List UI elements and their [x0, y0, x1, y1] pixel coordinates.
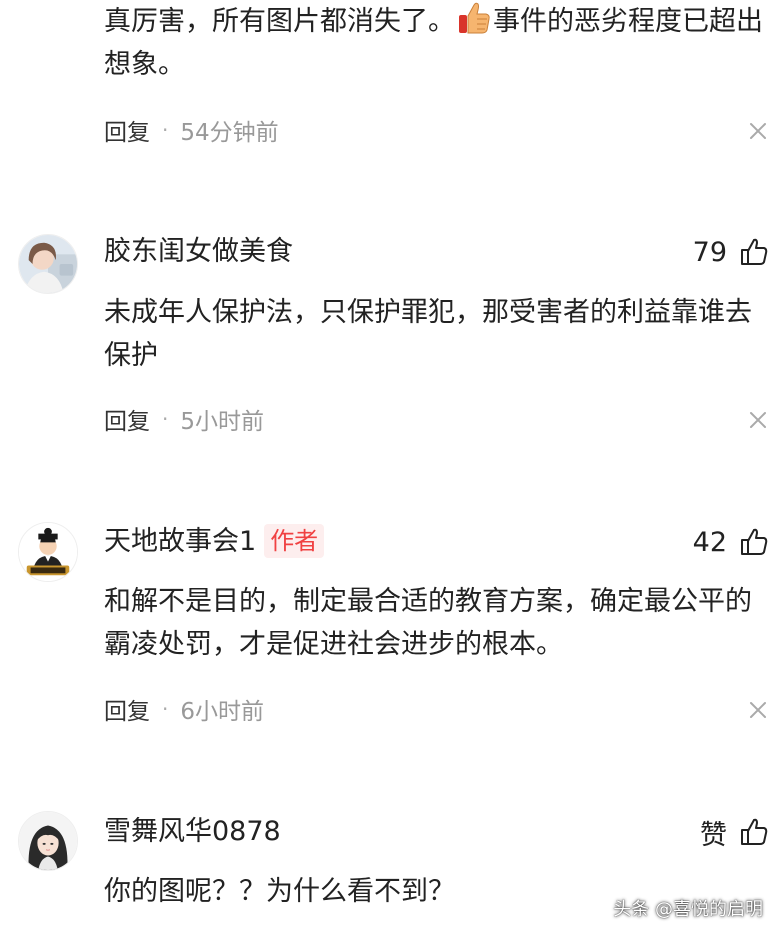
like-label: 赞	[700, 819, 727, 851]
close-icon[interactable]	[749, 701, 767, 719]
comment-item: 真厉害，所有图片都消失了。 事件的恶劣程度已超出想象。 回复 · 54分钟前	[0, 0, 781, 160]
username[interactable]: 胶东闺女做美食	[104, 234, 293, 270]
reply-button[interactable]: 回复	[104, 113, 150, 147]
comment-text: 未成年人保护法，只保护罪犯，那受害者的利益靠谁去保护	[104, 297, 752, 371]
comment-meta: 回复 · 6小时前	[104, 691, 264, 727]
username-text[interactable]: 天地故事会1	[104, 526, 256, 557]
username[interactable]: 雪舞风华0878	[104, 814, 281, 850]
avatar[interactable]	[18, 811, 78, 871]
meta-separator: ·	[162, 697, 169, 721]
illustrated-girl-avatar-icon	[19, 812, 77, 870]
watermark: 头条 @喜悦的启明	[613, 899, 763, 920]
avatar[interactable]	[18, 234, 78, 294]
close-icon[interactable]	[749, 411, 767, 429]
meta-separator: ·	[162, 407, 169, 431]
username[interactable]: 天地故事会1 作者	[104, 524, 325, 560]
comment-time: 6小时前	[180, 699, 264, 725]
comment-time: 5小时前	[180, 409, 264, 435]
thumbs-up-emoji-icon	[457, 1, 491, 35]
like-button[interactable]: 赞	[700, 814, 769, 851]
like-button[interactable]: 79	[693, 234, 769, 270]
reply-button[interactable]: 回复	[104, 402, 150, 436]
comment-meta: 回复 · 5小时前	[104, 401, 264, 437]
avatar[interactable]	[18, 522, 78, 582]
user-photo-avatar-icon	[19, 235, 77, 293]
cartoon-scholar-avatar-icon	[19, 523, 77, 581]
comment-text-part: 真厉害，所有图片都消失了。	[104, 6, 455, 37]
author-badge: 作者	[264, 524, 325, 558]
reply-button[interactable]: 回复	[104, 692, 150, 726]
thumbs-up-icon[interactable]	[739, 817, 769, 847]
like-count: 79	[692, 236, 727, 268]
like-count: 42	[692, 526, 727, 558]
comment-text: 和解不是目的，制定最合适的教育方案，确定最公平的霸凌处罚，才是促进社会进步的根本…	[104, 586, 752, 660]
comment-time: 54分钟前	[180, 120, 279, 146]
thumbs-up-icon[interactable]	[739, 527, 769, 557]
comment-meta: 回复 · 54分钟前	[104, 112, 279, 148]
close-icon[interactable]	[749, 122, 767, 140]
thumbs-up-icon[interactable]	[739, 237, 769, 267]
meta-separator: ·	[162, 118, 169, 142]
like-button[interactable]: 42	[693, 524, 769, 560]
comment-text: 真厉害，所有图片都消失了。 事件的恶劣程度已超出想象。	[104, 0, 764, 86]
